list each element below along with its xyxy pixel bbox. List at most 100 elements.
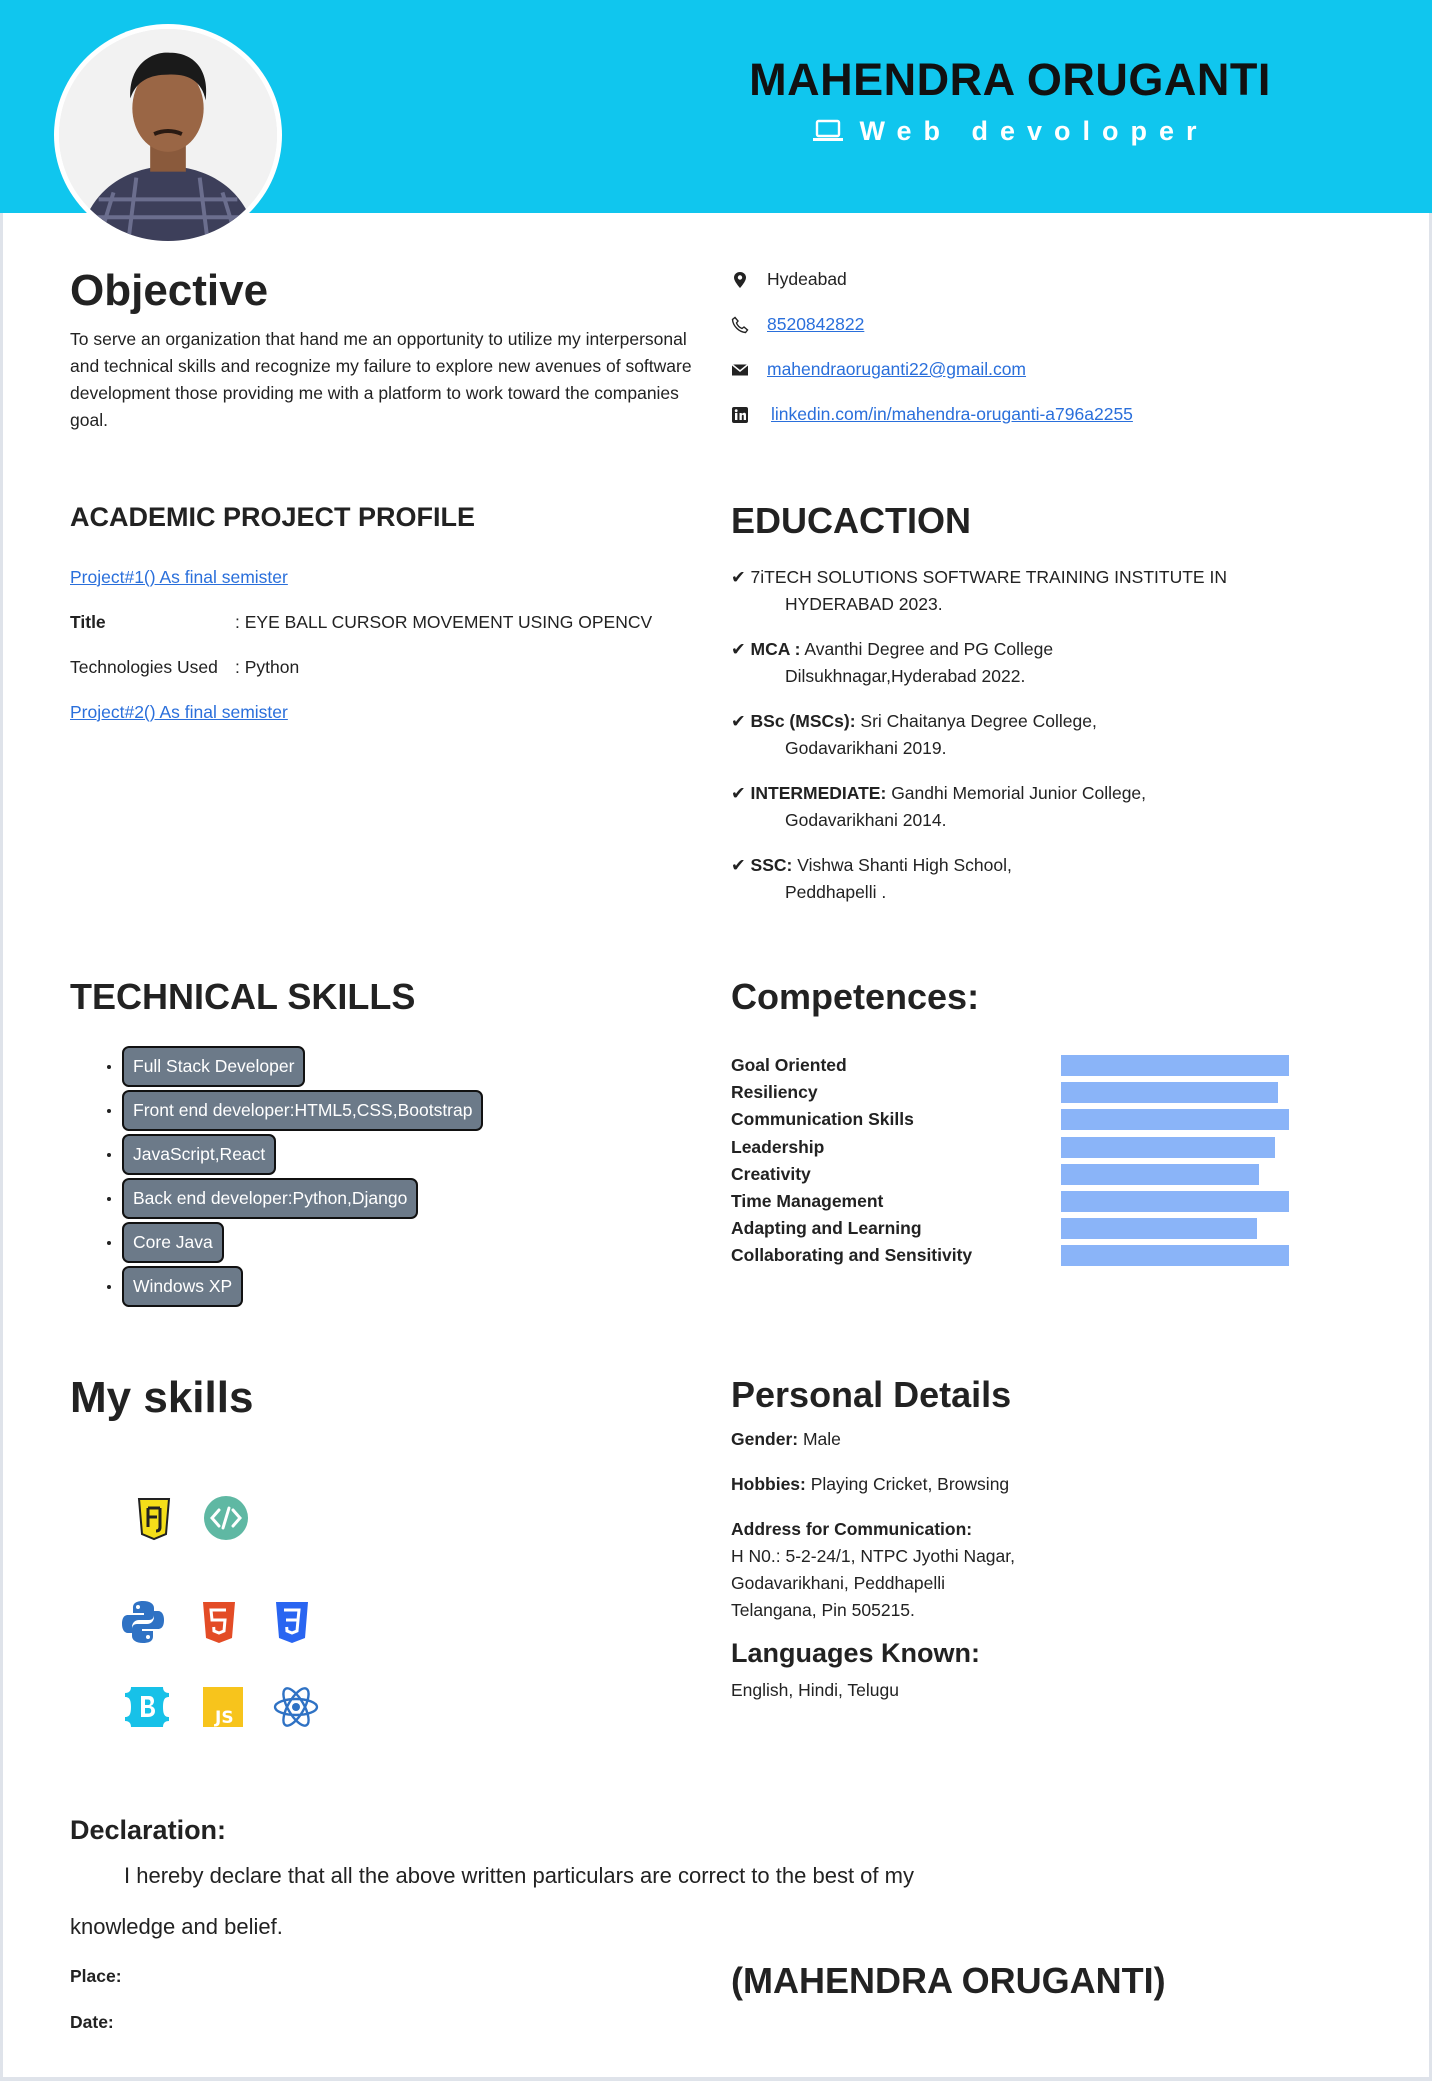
hobbies-label: Hobbies: [731, 1474, 806, 1494]
candidate-name: MAHENDRA ORUGANTI [749, 54, 1271, 105]
education-item: ✔ MCA : Avanthi Degree and PG College Dil… [731, 636, 1371, 690]
hobbies-value: Playing Cricket, Browsing [810, 1474, 1010, 1494]
competence-row: Collaborating and Sensitivity [731, 1242, 1371, 1269]
map-pin-icon [734, 271, 746, 288]
contact-linkedin: linkedin.com/in/mahendra-oruganti-a796a2… [731, 392, 1371, 437]
gender-label: Gender: [731, 1429, 799, 1449]
competence-label: Creativity [731, 1163, 811, 1184]
bootstrap-icon [125, 1687, 169, 1727]
gender-row: Gender: Male [731, 1426, 1371, 1453]
education-item: ✔ INTERMEDIATE: Gandhi Memorial Junior C… [731, 780, 1371, 834]
competences-title: Competences: [731, 976, 980, 1017]
my-skills-title: My skills [70, 1373, 254, 1422]
education-title: EDUCACTION [731, 500, 971, 541]
education-line-2: Dilsukhnagar,Hyderabad 2022. [785, 666, 1026, 686]
education-item: ✔ BSc (MSCs): Sri Chaitanya Degree Colle… [731, 708, 1371, 762]
skill-list-item: JavaScript,React [122, 1134, 710, 1178]
skill-list-item: Front end developer:HTML5,CSS,Bootstrap [122, 1090, 710, 1134]
competence-label: Time Management [731, 1191, 884, 1212]
svg-text:JS: JS [214, 1708, 234, 1728]
competences-list: Goal Oriented Resiliency Communication Ski… [731, 1052, 1371, 1270]
project-title-key: Title [70, 612, 106, 632]
signature-name: (MAHENDRA ORUGANTI) [731, 1960, 1166, 2001]
competence-label: Adapting and Learning [731, 1218, 922, 1239]
education-institution: Sri Chaitanya Degree College, [860, 711, 1097, 731]
phone-icon [731, 316, 749, 333]
address-label-row: Address for Communication: [731, 1516, 1371, 1543]
project1-link[interactable]: Project#1() As final semister [70, 567, 288, 588]
location-text: Hydeabad [767, 269, 847, 289]
education-line-2: HYDERABAD 2023. [785, 594, 943, 614]
skill-badge: JavaScript,React [122, 1134, 277, 1175]
competence-bar [1061, 1136, 1275, 1158]
education-institution: Avanthi Degree and PG College [804, 639, 1054, 659]
java-icon [137, 1498, 171, 1541]
education-degree: BSc (MSCs): [750, 711, 856, 731]
project-title-row: Title : EYE BALL CURSOR MOVEMENT USING O… [70, 600, 710, 645]
skill-badge: Windows XP [122, 1266, 244, 1307]
linkedin-link[interactable]: linkedin.com/in/mahendra-oruganti-a796a2… [771, 404, 1133, 425]
education-degree: MCA : [750, 639, 801, 659]
personal-details-section: Personal Details Gender: Male Hobbies: P… [731, 1374, 1371, 1704]
contact-location: Hydeabad [731, 257, 1371, 302]
address-line-2: Godavarikhani, Peddhapelli [731, 1573, 946, 1593]
linkedin-icon [732, 406, 748, 423]
education-institution: Vishwa Shanti High School, [797, 855, 1012, 875]
address-line-3: Telangana, Pin 505215. [731, 1600, 915, 1620]
css3-icon [276, 1602, 308, 1643]
competence-row: Leadership [731, 1134, 1371, 1161]
project2-link[interactable]: Project#2() As final semister [70, 702, 288, 723]
competence-label: Collaborating and Sensitivity [731, 1245, 973, 1266]
project-tech-row: Technologies Used : Python [70, 645, 710, 690]
skill-list-item: Back end developer:Python,Django [122, 1178, 710, 1222]
address-label: Address for Communication: [731, 1519, 973, 1539]
header-banner: MAHENDRA ORUGANTI Web devoloper [0, 0, 1432, 246]
skill-list-item: Full Stack Developer [122, 1046, 710, 1090]
laptop-icon [813, 119, 844, 141]
education-list: ✔ 7iTECH SOLUTIONS SOFTWARE TRAINING INS… [731, 564, 1371, 906]
education-item: ✔ 7iTECH SOLUTIONS SOFTWARE TRAINING INS… [731, 564, 1371, 618]
competences-section: Competences: Goal Oriented Resiliency Comm… [731, 976, 1371, 1270]
skill-badge: Front end developer:HTML5,CSS,Bootstrap [122, 1090, 484, 1131]
education-line-1: ✔ MCA : Avanthi Degree and PG College [731, 639, 1054, 659]
gender-value: Male [802, 1429, 841, 1449]
declaration-title: Declaration: [70, 1815, 227, 1845]
job-title: Web devoloper [620, 116, 1400, 147]
competence-row: Time Management [731, 1188, 1371, 1215]
competence-row: Communication Skills [731, 1106, 1371, 1133]
competence-label: Resiliency [731, 1082, 818, 1103]
job-title-text: Web devoloper [859, 116, 1209, 146]
date-label: Date: [70, 2012, 114, 2032]
phone-link[interactable]: 8520842822 [767, 314, 864, 335]
education-line-1: ✔ 7iTECH SOLUTIONS SOFTWARE TRAINING INS… [731, 567, 1227, 587]
skill-list-item: Windows XP [122, 1266, 710, 1310]
my-skills-section: My skills [70, 1373, 710, 1423]
education-line-1: ✔ SSC: Vishwa Shanti High School, [731, 855, 1012, 875]
education-item: ✔ SSC: Vishwa Shanti High School, Peddhap… [731, 852, 1371, 906]
objective-title: Objective [70, 266, 269, 315]
education-line-2: Godavarikhani 2019. [785, 738, 947, 758]
project-tech-key: Technologies Used [70, 657, 218, 677]
profile-photo [59, 29, 277, 241]
objective-text: To serve an organization that hand me an… [70, 329, 692, 430]
email-link[interactable]: mahendraoruganti22@gmail.com [767, 359, 1026, 380]
languages-title: Languages Known: [731, 1638, 980, 1668]
project-title-value: : EYE BALL CURSOR MOVEMENT USING OPENCV [235, 612, 653, 632]
address-line-1: H N0.: 5-2-24/1, NTPC Jyothi Nagar, [731, 1546, 1015, 1566]
python-icon [122, 1601, 164, 1643]
competence-bar [1061, 1163, 1259, 1185]
competence-bar [1061, 1109, 1289, 1131]
contact-section: Hydeabad 8520842822 mahendraoruganti22@g… [731, 257, 1371, 437]
education-line-2: Peddhapelli . [785, 882, 887, 902]
competence-row: Creativity [731, 1161, 1371, 1188]
competence-label: Goal Oriented [731, 1055, 847, 1076]
html5-icon [203, 1602, 235, 1643]
envelope-icon [731, 363, 749, 375]
competence-row: Goal Oriented [731, 1052, 1371, 1079]
technical-skills-section: TECHNICAL SKILLS Full Stack DeveloperFro… [70, 976, 710, 1310]
competence-bar [1061, 1082, 1278, 1104]
education-degree: INTERMEDIATE: [750, 783, 887, 803]
technical-skills-title: TECHNICAL SKILLS [70, 976, 416, 1017]
competence-label: Leadership [731, 1136, 825, 1157]
contact-phone: 8520842822 [731, 302, 1371, 347]
